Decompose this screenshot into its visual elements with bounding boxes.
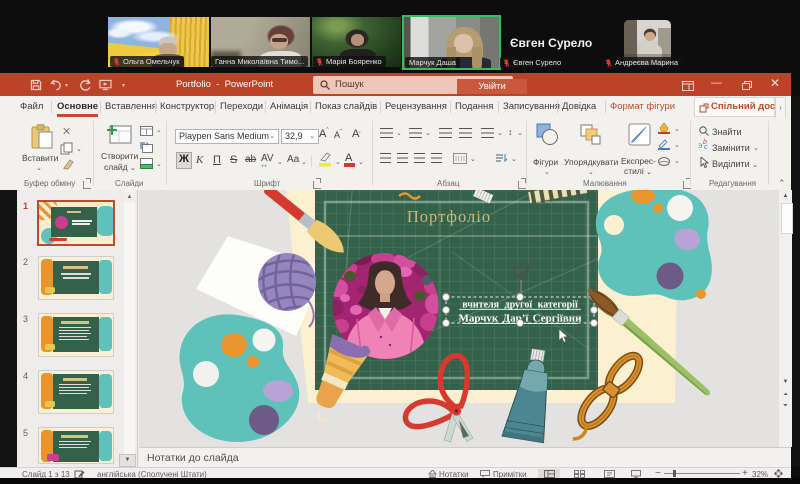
svg-text:Портфоліо: Портфоліо [407, 207, 491, 226]
